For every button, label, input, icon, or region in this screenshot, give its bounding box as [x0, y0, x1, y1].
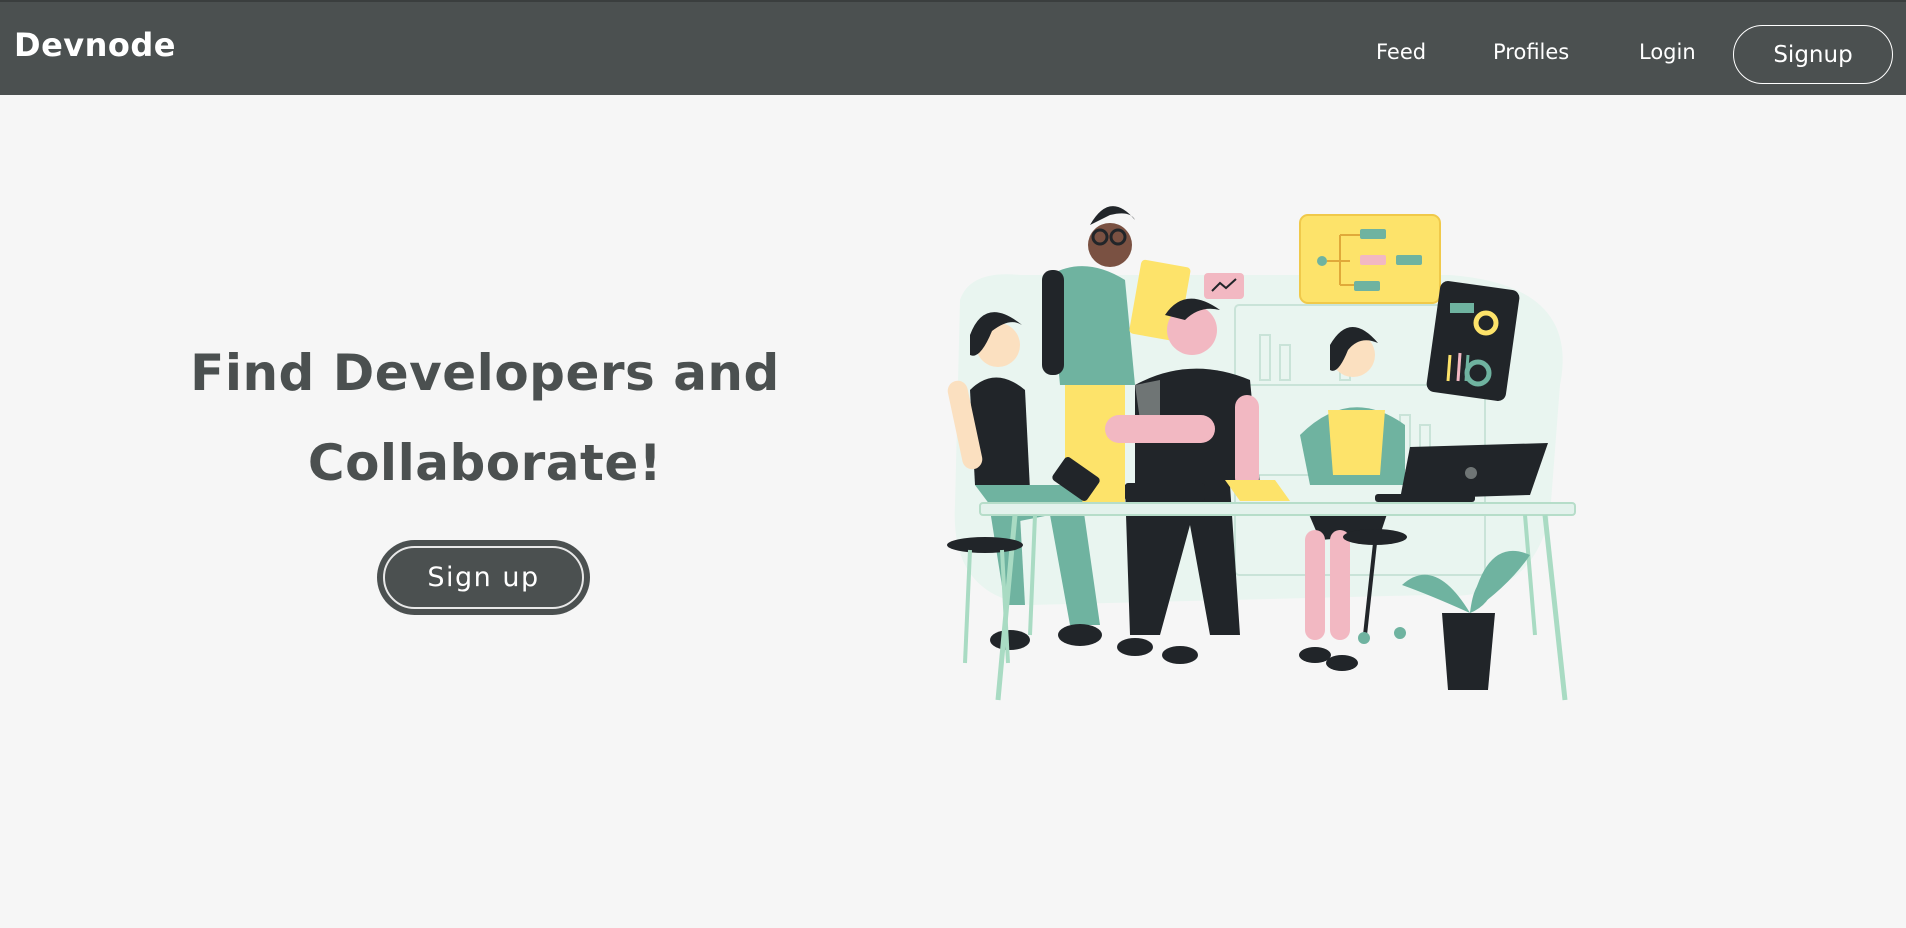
flowchart-card-icon [1299, 214, 1441, 304]
hero-signup-button-label: Sign up [383, 546, 584, 609]
team-collaboration-illustration [947, 206, 1576, 701]
chart-bubble-icon [1204, 273, 1244, 299]
hero-signup-button[interactable]: Sign up [377, 540, 590, 615]
navbar: Devnode Feed Profiles Login Signup [0, 0, 1906, 95]
nav-link-login[interactable]: Login [1639, 40, 1696, 64]
dashboard-monitor-icon [1426, 281, 1520, 401]
nav-signup-button[interactable]: Signup [1733, 25, 1893, 84]
nav-link-profiles[interactable]: Profiles [1493, 40, 1569, 64]
nav-link-feed[interactable]: Feed [1376, 40, 1426, 64]
hero-title-line1: Find Developers and [190, 344, 780, 402]
brand-logo[interactable]: Devnode [14, 26, 176, 64]
hero-title-line2: Collaborate! [307, 434, 663, 492]
hero-title: Find Developers and Collaborate! [180, 328, 790, 508]
